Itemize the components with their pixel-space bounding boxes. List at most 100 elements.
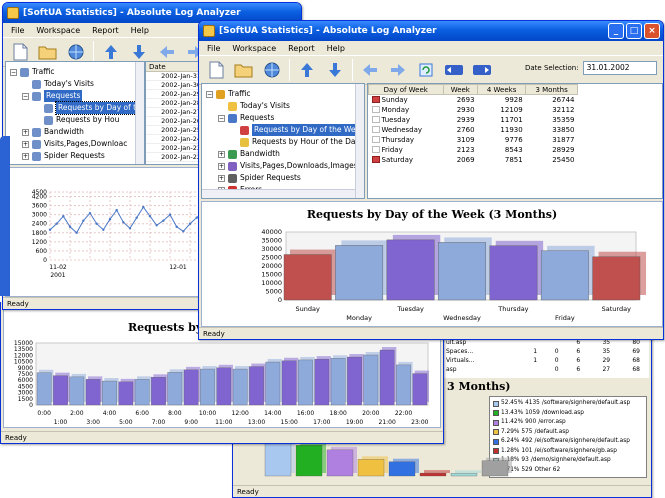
value-cell: 6 (576, 348, 581, 355)
y-tick-label: 3600 (32, 203, 47, 210)
front-tree-item[interactable]: Requests by Hour of the Day (230, 136, 360, 148)
menu-file[interactable]: File (207, 44, 220, 53)
date-list-item[interactable]: 2002-Jan-29 (146, 90, 204, 99)
table-column-header[interactable]: 4 Weeks (477, 84, 527, 95)
date-list-item[interactable]: 2002-Jan-28 (146, 99, 204, 108)
menu-file[interactable]: File (11, 26, 24, 35)
back-tree-item[interactable]: Today's Visits (22, 78, 94, 90)
expand-icon[interactable]: + (22, 152, 29, 160)
arrow-up-icon[interactable] (296, 59, 318, 81)
back-dates-panel[interactable]: Date 2002-Jan-31 2002-Jan-30 2002-Jan-29 20… (145, 61, 205, 165)
table-row[interactable]: Saturday 2069 7851 25450 (369, 155, 578, 165)
bar (216, 367, 232, 406)
x-tick-label: 11:00 (215, 419, 232, 426)
expand-icon[interactable]: + (22, 165, 29, 166)
front-table-panel[interactable]: Day of Week Week 4 Weeks 3 Months Sunday 2693… (367, 83, 663, 199)
front-tree-item[interactable]: Requests by Day of the Week (230, 124, 364, 136)
date-list-item[interactable]: 2002-Jan-31 (146, 72, 204, 81)
open-folder-icon[interactable] (233, 59, 255, 81)
menu-workspace[interactable]: Workspace (232, 44, 276, 53)
date-list-item[interactable]: 2002-Jan-24 (146, 135, 204, 144)
date-list-item[interactable]: 2002-Jan-22 (146, 153, 204, 162)
collapse-icon[interactable]: − (218, 114, 225, 122)
front-app-window[interactable]: [SoftUA Statistics] - Absolute Log Analy… (198, 20, 664, 340)
expand-icon[interactable]: + (22, 128, 29, 136)
back-tree-scrollbar[interactable] (135, 62, 144, 164)
back-tree-item[interactable]: + Errors (22, 162, 66, 166)
front-tree-item[interactable]: + Spider Requests (218, 172, 301, 184)
date-list-item[interactable]: 2002-Jan-25 (146, 126, 204, 135)
front-tree-item[interactable]: Today's Visits (218, 100, 290, 112)
front-tree-item[interactable]: − Requests (218, 112, 274, 124)
back-tree-item[interactable]: − Traffic (10, 66, 55, 78)
arrow-down-icon[interactable] (324, 59, 346, 81)
table-column-header[interactable]: 3 Months (525, 84, 578, 95)
expand-icon[interactable]: + (22, 140, 29, 148)
x-tick-label: Thursday (497, 305, 528, 313)
front-tree-scrollbar[interactable] (355, 84, 364, 198)
front-tree-hscrollbar[interactable] (202, 189, 355, 198)
table-row[interactable]: Wednesday 2760 11930 33850 (369, 125, 578, 135)
table-column-header[interactable]: Day of Week (368, 84, 444, 95)
back-tree-item[interactable]: − Requests (22, 90, 83, 102)
date-selection-field[interactable]: 31.01.2002 (582, 61, 657, 75)
back-tree-item[interactable]: Requests by Day of the Week (34, 101, 144, 115)
value-cell: 2693 (456, 95, 475, 104)
arrow-right-icon[interactable] (387, 59, 409, 81)
expand-icon[interactable]: + (218, 150, 225, 158)
front-title-bar[interactable]: [SoftUA Statistics] - Absolute Log Analy… (199, 21, 663, 41)
arrow-left-icon[interactable] (156, 41, 178, 63)
back-tree-item[interactable]: Requests by Hou (34, 114, 119, 126)
front-tree-item[interactable]: + Bandwidth (218, 148, 280, 160)
table-row[interactable]: Virtuals... 1 0 6 29 68 (443, 356, 643, 365)
back-tree-item[interactable]: + Visits,Pages,Downloac (22, 138, 127, 150)
back-dates-header[interactable]: Date (146, 62, 204, 72)
open-folder-icon[interactable] (37, 41, 59, 63)
collapse-icon[interactable]: − (206, 90, 213, 98)
menu-report[interactable]: Report (288, 44, 315, 53)
table-row[interactable]: Friday 2123 8543 28929 (369, 145, 578, 155)
minimize-button[interactable]: _ (608, 23, 624, 39)
expand-icon[interactable]: + (218, 162, 225, 170)
next-period-icon[interactable] (471, 59, 493, 81)
back-tree-item[interactable]: + Bandwidth (22, 126, 84, 138)
new-document-icon[interactable] (9, 41, 31, 63)
globe-network-icon[interactable] (65, 41, 87, 63)
menu-help[interactable]: Help (131, 26, 149, 35)
weekday-calendar-icon (371, 146, 380, 153)
globe-network-icon[interactable] (261, 59, 283, 81)
date-list-item[interactable]: 2002-Jan-30 (146, 81, 204, 90)
menu-report[interactable]: Report (92, 26, 119, 35)
front-tree-item[interactable]: + Visits,Pages,Downloads,Images (218, 160, 358, 172)
collapse-icon[interactable]: − (22, 92, 29, 100)
table-row[interactable]: Spaces... 1 0 6 35 69 (443, 347, 643, 356)
expand-icon[interactable]: + (218, 174, 225, 182)
table-row[interactable]: Thursday 3109 9776 31877 (369, 135, 578, 145)
refresh-icon[interactable] (415, 59, 437, 81)
table-row[interactable]: asp 0 6 27 68 (443, 365, 643, 374)
close-button[interactable]: × (644, 23, 660, 39)
arrow-up-icon[interactable] (100, 41, 122, 63)
arrow-left-icon[interactable] (359, 59, 381, 81)
date-list-item[interactable]: 2002-Jan-26 (146, 117, 204, 126)
date-list-item[interactable]: 2002-Jan-23 (146, 144, 204, 153)
table-row[interactable]: Monday 2930 12109 32112 (369, 105, 578, 115)
collapse-icon[interactable]: − (206, 199, 213, 200)
front-tree-item[interactable]: − Traffic (206, 88, 251, 100)
collapse-icon[interactable]: − (10, 68, 17, 76)
date-list-item[interactable]: 2002-Jan-27 (146, 108, 204, 117)
table-row[interactable]: Sunday 2693 9928 26744 (369, 95, 578, 105)
arrow-down-icon[interactable] (128, 41, 150, 63)
menu-help[interactable]: Help (327, 44, 345, 53)
previous-period-icon[interactable] (443, 59, 465, 81)
maximize-button[interactable]: □ (626, 23, 642, 39)
x-tick-label: 14:00 (264, 410, 281, 417)
back-tree-panel[interactable]: − Traffic Today's Visits − Requests Requests … (5, 61, 145, 165)
front-tree-panel[interactable]: − Traffic Today's Visits − Requests Requests … (201, 83, 365, 199)
menu-workspace[interactable]: Workspace (36, 26, 80, 35)
front-chart-panel: Requests by Day of the Week (3 Months) 0… (201, 201, 663, 327)
table-column-header[interactable]: Week (442, 84, 479, 95)
table-row[interactable]: Tuesday 2939 11701 35359 (369, 115, 578, 125)
back-tree-item[interactable]: + Spider Requests (22, 150, 105, 162)
new-document-icon[interactable] (205, 59, 227, 81)
